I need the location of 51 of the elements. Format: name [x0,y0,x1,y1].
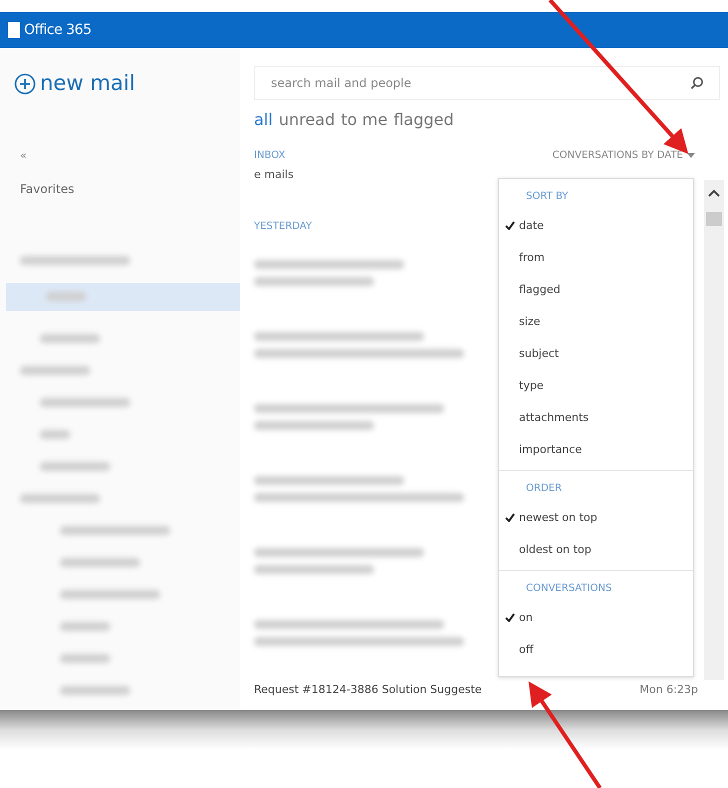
menu-item[interactable]: importance [499,434,693,466]
blurred-folder[interactable] [60,686,130,695]
filter-tab[interactable]: to me [341,108,394,132]
search-icon[interactable] [690,76,704,90]
logo-icon [8,22,20,38]
menu-item[interactable]: newest on top [499,502,693,534]
blurred-folder[interactable] [60,558,140,567]
search-field[interactable]: search mail and people [254,66,720,100]
menu-item[interactable]: oldest on top [499,534,693,566]
menu-section-title: ORDER [525,482,563,496]
menu-item[interactable]: on [499,602,693,634]
plus-circle-icon [14,72,36,95]
scroll-thumb[interactable] [706,212,722,226]
filter-tab[interactable]: unread [278,108,342,132]
menu-item[interactable]: type [499,370,693,402]
blurred-folder[interactable] [60,622,110,631]
folder-subtitle: e mails [254,167,295,183]
blurred-folder[interactable] [60,590,160,599]
group-header: YESTERDAY [254,220,312,232]
menu-item[interactable]: from [499,242,693,274]
menu-item[interactable]: flagged [499,274,693,306]
blurred-folder[interactable] [20,494,100,503]
menu-item[interactable]: size [499,306,693,338]
menu-item[interactable]: date [499,210,693,242]
menu-item[interactable]: off [499,634,693,666]
checkmark-icon [505,613,515,622]
menu-item[interactable]: attachments [499,402,693,434]
selected-folder[interactable] [6,283,240,311]
menu-section-title: SORT BY [525,190,570,204]
blurred-folder[interactable] [60,654,110,663]
caret-icon [687,152,695,158]
scrollbar[interactable] [704,180,724,680]
blurred-folder[interactable] [40,430,70,439]
new-mail-button[interactable]: new mail [0,68,136,100]
checkmark-icon [505,513,515,522]
menu-item[interactable]: subject [499,338,693,370]
logo-text: Office 365 [24,20,92,40]
message-time: Mon 6:23p [640,682,698,698]
blurred-folder[interactable] [40,398,130,407]
blurred-folder[interactable] [40,334,100,343]
blurred-folder[interactable] [20,366,90,375]
checkmark-icon [505,221,515,230]
filter-tab[interactable]: flagged [394,108,460,132]
favorites-label[interactable]: Favorites [20,180,240,198]
blurred-folder[interactable] [60,526,170,535]
filter-tab[interactable]: all [254,108,279,132]
blurred-folder[interactable] [40,462,110,471]
menu-section-title: CONVERSATIONS [525,582,613,596]
folder-title: INBOX [254,149,286,163]
message-subject[interactable]: Request #18124-3886 Solution Suggeste [254,682,482,698]
sort-dropdown[interactable]: CONVERSATIONS BY DATE [552,148,695,163]
